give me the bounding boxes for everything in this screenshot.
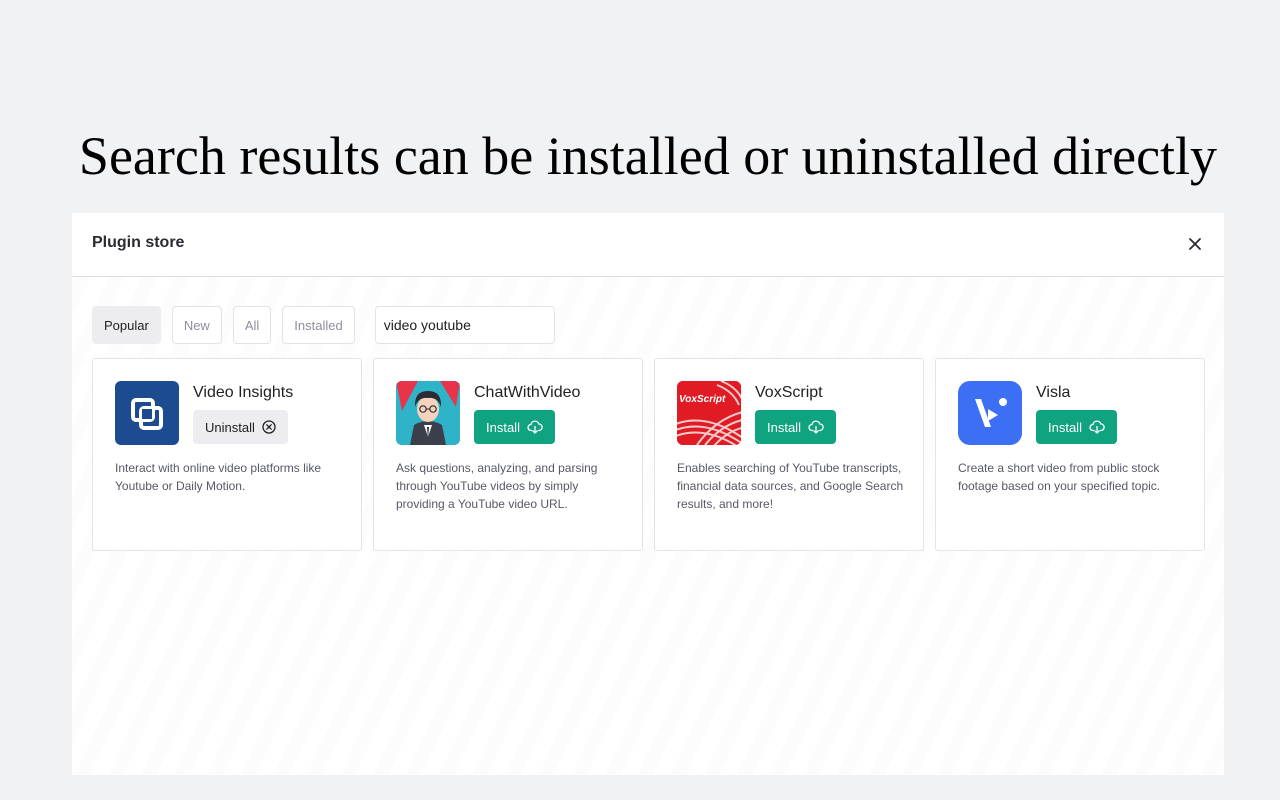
plugin-card-visla: Visla Install Create a short video from … xyxy=(935,358,1205,551)
install-label: Install xyxy=(1048,419,1082,435)
install-button[interactable]: Install xyxy=(1036,410,1117,444)
visla-logo-icon xyxy=(975,398,1007,427)
plugin-name: Video Insights xyxy=(193,384,294,401)
plugin-results-grid: Video Insights Uninstall Interact with o… xyxy=(92,358,1205,551)
chatwithvideo-avatar-icon xyxy=(396,381,460,445)
filter-tab-new[interactable]: New xyxy=(171,306,222,344)
modal-header: Plugin store xyxy=(72,213,1224,277)
cloud-download-icon xyxy=(1089,420,1105,434)
visla-logo xyxy=(958,381,1022,445)
install-label: Install xyxy=(767,419,801,435)
uninstall-label: Uninstall xyxy=(205,419,255,435)
voxscript-logo-text: VoxScript xyxy=(679,394,726,405)
voxscript-logo: VoxScript xyxy=(677,381,741,445)
plugin-description: Create a short video from public stock f… xyxy=(958,461,1161,493)
modal-title: Plugin store xyxy=(92,234,185,251)
plugin-name: Visla xyxy=(1036,384,1071,401)
filter-bar: Popular New All Installed xyxy=(92,306,555,344)
video-insights-logo xyxy=(115,381,179,445)
plugin-store-modal: Plugin store Popular New All Installed V… xyxy=(72,213,1224,775)
plugin-description: Enables searching of YouTube transcripts… xyxy=(677,461,904,511)
plugin-card-voxscript: VoxScript VoxScript Install Enables sear… xyxy=(654,358,924,551)
filter-tab-all[interactable]: All xyxy=(232,306,272,344)
install-label: Install xyxy=(486,419,520,435)
chatwithvideo-logo xyxy=(396,381,460,445)
plugin-name: VoxScript xyxy=(755,384,823,401)
plugin-description: Ask questions, analyzing, and parsing th… xyxy=(396,461,598,511)
plugin-card-chatwithvideo: ChatWithVideo Install Ask questions, ana… xyxy=(373,358,643,551)
filter-tab-installed[interactable]: Installed xyxy=(282,306,355,344)
video-insights-logo-icon xyxy=(131,398,163,430)
filter-tab-popular[interactable]: Popular xyxy=(92,306,161,344)
page-caption: Search results can be installed or unins… xyxy=(78,126,1218,186)
plugin-card-video-insights: Video Insights Uninstall Interact with o… xyxy=(92,358,362,551)
close-icon xyxy=(1189,238,1201,250)
plugin-description: Interact with online video platforms lik… xyxy=(115,461,322,493)
voxscript-logo-graphic xyxy=(677,381,741,445)
cloud-download-icon xyxy=(808,420,824,434)
uninstall-button[interactable]: Uninstall xyxy=(193,410,288,444)
circle-x-icon xyxy=(262,420,276,434)
install-button[interactable]: Install xyxy=(474,410,555,444)
install-button[interactable]: Install xyxy=(755,410,836,444)
plugin-name: ChatWithVideo xyxy=(474,384,581,401)
cloud-download-icon xyxy=(527,420,543,434)
search-input[interactable] xyxy=(374,306,555,344)
close-button[interactable] xyxy=(1184,233,1206,255)
